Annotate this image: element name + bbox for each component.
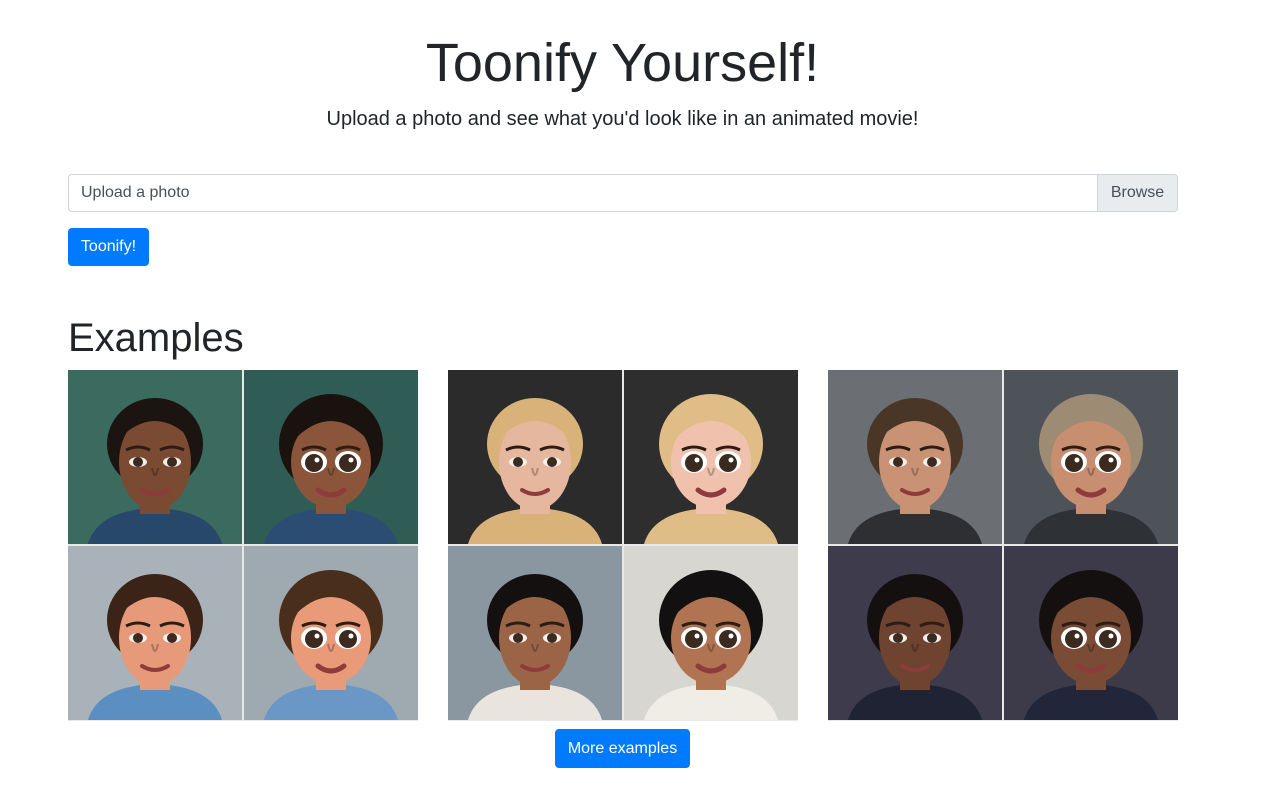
- photo-upload-field[interactable]: Upload a photo Browse: [68, 174, 1178, 212]
- example-photo: [828, 370, 1002, 544]
- example-toonified-image: [624, 546, 798, 720]
- browse-button[interactable]: Browse: [1097, 175, 1177, 211]
- page-subtitle: Upload a photo and see what you'd look l…: [326, 108, 919, 130]
- example-group-3: [828, 370, 1178, 721]
- upload-input-label[interactable]: Upload a photo: [69, 175, 1097, 211]
- example-toonified-image: [1004, 546, 1178, 720]
- example-toonified-image: [244, 370, 418, 544]
- example-group-1: [68, 370, 418, 721]
- example-toonified-image: [244, 546, 418, 720]
- example-photo: [448, 546, 622, 720]
- examples-heading: Examples: [68, 316, 244, 360]
- example-photo: [828, 546, 1002, 720]
- example-toonified-image: [624, 370, 798, 544]
- example-group-2: [448, 370, 798, 721]
- toonify-button[interactable]: Toonify!: [68, 228, 149, 266]
- example-photo: [68, 370, 242, 544]
- example-photo: [68, 546, 242, 720]
- page-title: Toonify Yourself!: [425, 33, 820, 93]
- example-photo: [448, 370, 622, 544]
- more-examples-button[interactable]: More examples: [555, 729, 690, 768]
- example-toonified-image: [1004, 370, 1178, 544]
